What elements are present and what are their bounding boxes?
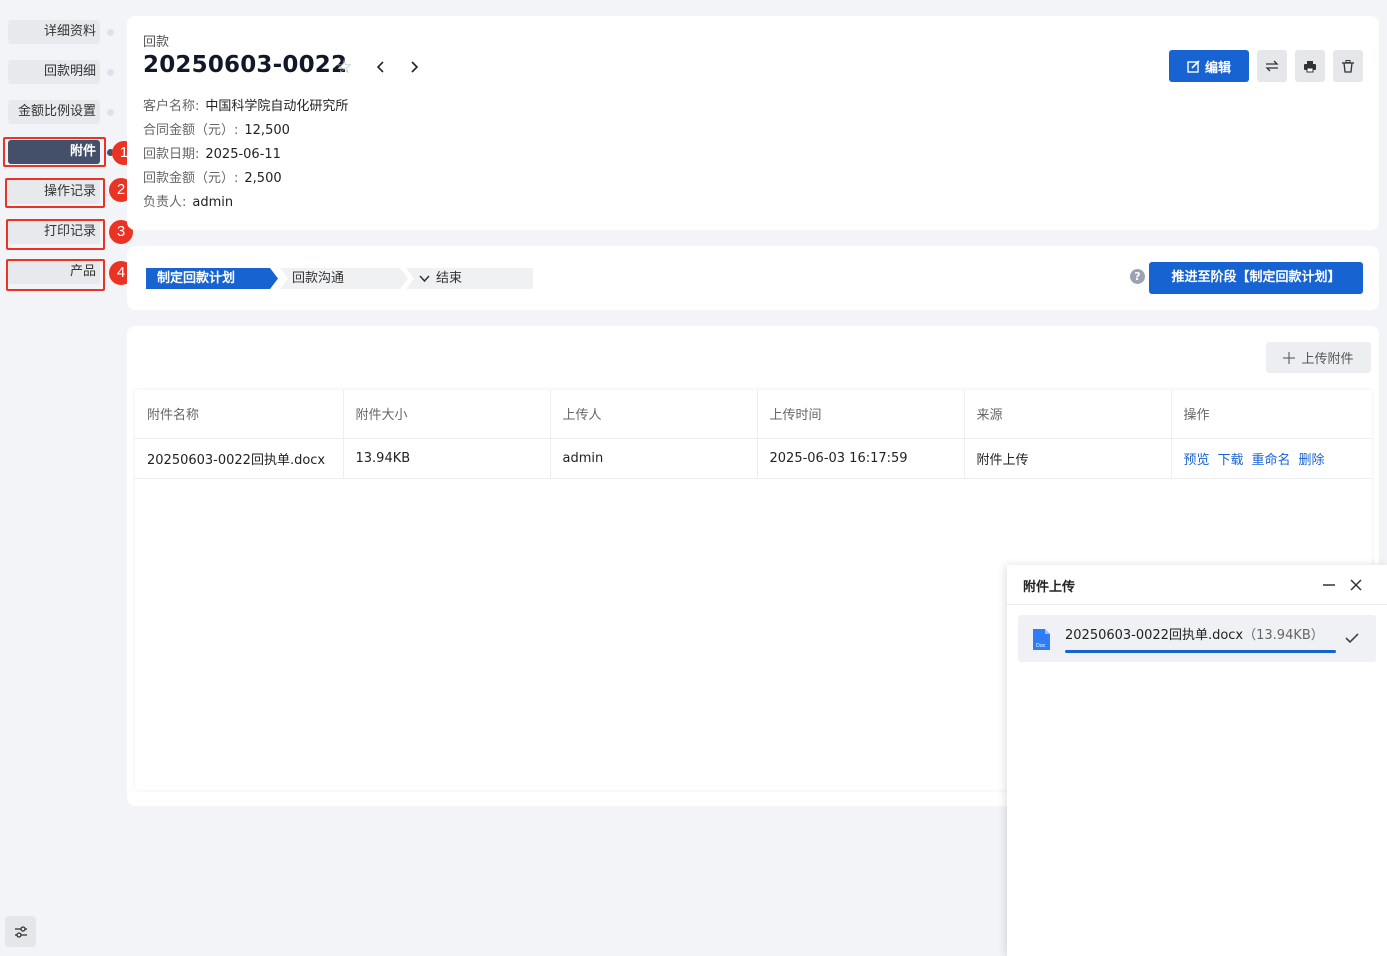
annotation-box bbox=[6, 259, 105, 291]
upload-file-name: 20250603-0022回执单.docx bbox=[1065, 628, 1244, 643]
field-payment-date: 回款日期: 2025-06-11 bbox=[143, 143, 348, 167]
advance-stage-button[interactable]: 推进至阶段【制定回款计划】 bbox=[1149, 262, 1363, 294]
stage-communication[interactable]: 回款沟通 bbox=[280, 268, 408, 289]
anchor-nav: 详细资料 回款明细 金额比例设置 附件 操作记录 打印记录 产品 1 2 3 4 bbox=[0, 0, 136, 956]
field-label: 回款日期: bbox=[143, 147, 200, 162]
print-button[interactable] bbox=[1295, 50, 1325, 82]
star-outline-icon[interactable]: ☆ bbox=[333, 56, 355, 78]
help-icon[interactable]: ? bbox=[1130, 269, 1145, 284]
transfer-button[interactable] bbox=[1257, 50, 1287, 82]
field-customer: 客户名称: 中国科学院自动化研究所 bbox=[143, 95, 348, 119]
plus-icon bbox=[1283, 351, 1296, 364]
field-value: 12,500 bbox=[244, 123, 290, 138]
upload-attachment-label: 上传附件 bbox=[1301, 352, 1354, 367]
record-fields: 客户名称: 中国科学院自动化研究所 合同金额（元）: 12,500 回款日期: 202… bbox=[143, 95, 348, 215]
rename-link[interactable]: 重命名 bbox=[1252, 453, 1291, 468]
close-icon bbox=[1350, 579, 1362, 591]
download-link[interactable]: 下载 bbox=[1218, 453, 1244, 468]
stage-card: 制定回款计划 回款沟通 结束 ? 推进至阶段【制定回款计划】 bbox=[127, 246, 1379, 310]
upload-file-info: 20250603-0022回执单.docx（13.94KB） bbox=[1065, 624, 1324, 643]
annotation-box bbox=[6, 219, 105, 250]
field-owner: 负责人: admin bbox=[143, 191, 348, 215]
annotation-box bbox=[5, 178, 105, 208]
stage-end[interactable]: 结束 bbox=[406, 268, 533, 289]
chevron-down-icon bbox=[419, 274, 430, 282]
check-icon bbox=[1345, 632, 1359, 648]
column-header: 上传人 bbox=[550, 390, 758, 439]
cell-uploader: admin bbox=[550, 438, 758, 479]
upload-panel-title: 附件上传 bbox=[1023, 580, 1076, 595]
preview-link[interactable]: 预览 bbox=[1184, 453, 1210, 468]
anchor-dot bbox=[107, 109, 114, 116]
anchor-item-payment-detail[interactable]: 回款明细 bbox=[8, 60, 100, 84]
record-header-card: 回款 20250603-0022 ☆ 客户名称: 中国科学院自动化研究所 合同金额… bbox=[127, 16, 1379, 230]
cell-actions: 预览 下载 重命名 删除 bbox=[1171, 438, 1372, 479]
anchor-item-details[interactable]: 详细资料 bbox=[8, 20, 100, 44]
upload-attachment-button[interactable]: 上传附件 bbox=[1266, 342, 1371, 373]
upload-item: Doc 20250603-0022回执单.docx（13.94KB） bbox=[1018, 615, 1376, 662]
cell-upload-time: 2025-06-03 16:17:59 bbox=[757, 438, 965, 479]
upload-panel-header: 附件上传 bbox=[1007, 565, 1387, 605]
table-row: 20250603-0022回执单.docx 13.94KB admin 2025… bbox=[135, 438, 1372, 479]
annotation-box bbox=[3, 137, 106, 167]
field-label: 回款金额（元）: bbox=[143, 171, 239, 186]
cell-source: 附件上传 bbox=[964, 438, 1172, 479]
anchor-dot bbox=[107, 29, 114, 36]
anchor-dot bbox=[107, 69, 114, 76]
upload-progress-bar bbox=[1065, 650, 1336, 653]
column-header: 来源 bbox=[964, 390, 1172, 439]
field-value: 2,500 bbox=[244, 171, 282, 186]
column-header: 附件大小 bbox=[343, 390, 551, 439]
edit-button-label: 编辑 bbox=[1204, 60, 1231, 76]
doc-file-icon-text: Doc bbox=[1036, 643, 1046, 649]
close-button[interactable] bbox=[1349, 575, 1367, 595]
cell-file-name: 20250603-0022回执单.docx bbox=[135, 438, 344, 479]
prev-record-button[interactable] bbox=[371, 56, 391, 78]
sliders-icon bbox=[14, 925, 27, 938]
field-label: 负责人: bbox=[143, 195, 187, 210]
field-label: 合同金额（元）: bbox=[143, 123, 239, 138]
column-header: 操作 bbox=[1171, 390, 1372, 439]
next-record-button[interactable] bbox=[404, 56, 424, 78]
doc-file-icon: Doc bbox=[1033, 629, 1050, 654]
delete-icon bbox=[1342, 59, 1354, 73]
table-header-row: 附件名称 附件大小 上传人 上传时间 来源 操作 bbox=[135, 390, 1372, 439]
edit-button[interactable]: 编辑 bbox=[1169, 50, 1249, 82]
field-label: 客户名称: bbox=[143, 99, 200, 114]
field-contract-amount: 合同金额（元）: 12,500 bbox=[143, 119, 348, 143]
anchor-item-ratio-setting[interactable]: 金额比例设置 bbox=[8, 100, 100, 124]
column-header: 上传时间 bbox=[757, 390, 965, 439]
cell-file-size: 13.94KB bbox=[343, 438, 551, 479]
print-icon bbox=[1304, 60, 1316, 72]
upload-panel: 附件上传 Doc 20250603-0022回执单.docx（13.94KB） bbox=[1007, 565, 1387, 956]
module-label: 回款 bbox=[143, 35, 170, 50]
field-value: admin bbox=[192, 195, 234, 210]
minimize-button[interactable] bbox=[1322, 575, 1340, 595]
column-header: 附件名称 bbox=[135, 390, 344, 439]
minimize-icon bbox=[1323, 584, 1335, 586]
record-title: 20250603-0022 bbox=[143, 52, 348, 78]
transfer-icon bbox=[1265, 60, 1279, 72]
field-payment-amount: 回款金额（元）: 2,500 bbox=[143, 167, 348, 191]
delete-button[interactable] bbox=[1333, 50, 1363, 82]
field-value: 2025-06-11 bbox=[205, 147, 281, 162]
chevron-left-icon bbox=[376, 61, 384, 73]
field-value: 中国科学院自动化研究所 bbox=[205, 99, 349, 114]
stage-end-label: 结束 bbox=[436, 271, 463, 286]
stage-plan[interactable]: 制定回款计划 bbox=[146, 268, 278, 289]
upload-file-size: （13.94KB） bbox=[1243, 628, 1324, 643]
edit-icon bbox=[1187, 59, 1200, 73]
chevron-right-icon bbox=[411, 61, 419, 73]
delete-link[interactable]: 删除 bbox=[1299, 453, 1325, 468]
settings-button[interactable] bbox=[5, 916, 36, 947]
